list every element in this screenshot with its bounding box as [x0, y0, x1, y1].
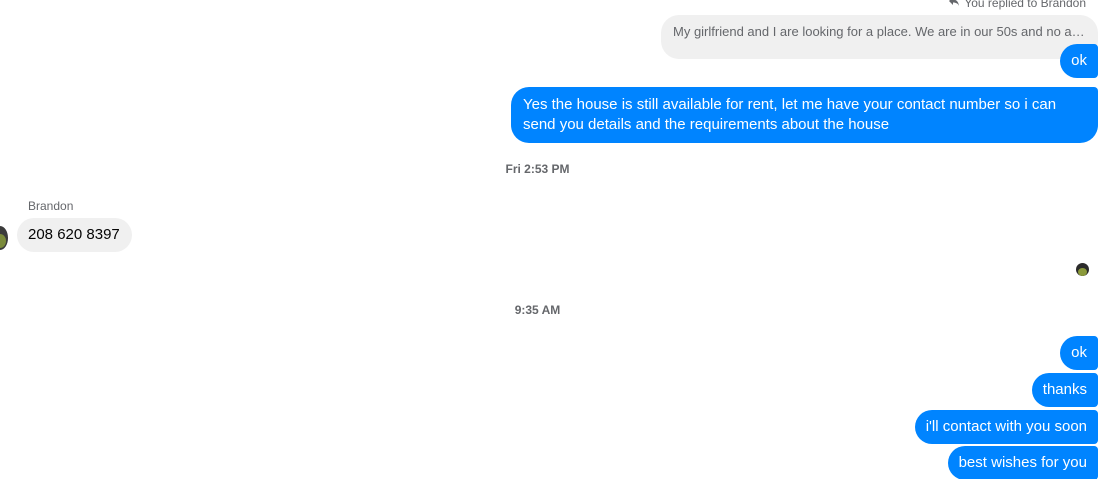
quoted-message[interactable]: My girlfriend and I are looking for a pl… — [661, 15, 1098, 59]
reply-label-text: You replied to Brandon — [964, 0, 1086, 10]
reply-arrow-icon — [948, 0, 960, 10]
sender-name: Brandon — [28, 199, 74, 213]
outgoing-message[interactable]: ok — [1060, 44, 1098, 78]
outgoing-message[interactable]: Yes the house is still available for ren… — [511, 87, 1098, 143]
timestamp: Fri 2:53 PM — [505, 162, 570, 176]
timestamp: 9:35 AM — [514, 303, 561, 317]
outgoing-message[interactable]: thanks — [1031, 373, 1098, 407]
chat-thread: You replied to Brandon My girlfriend and… — [0, 0, 1098, 479]
outgoing-message[interactable]: best wishes for you — [947, 446, 1098, 479]
seen-indicator-avatar — [1076, 263, 1089, 276]
reply-context-label: You replied to Brandon — [948, 0, 1086, 10]
incoming-message[interactable]: 208 620 8397 — [17, 218, 132, 252]
avatar[interactable] — [0, 226, 8, 250]
outgoing-message[interactable]: i'll contact with you soon — [914, 410, 1098, 444]
outgoing-message[interactable]: ok — [1060, 336, 1098, 370]
